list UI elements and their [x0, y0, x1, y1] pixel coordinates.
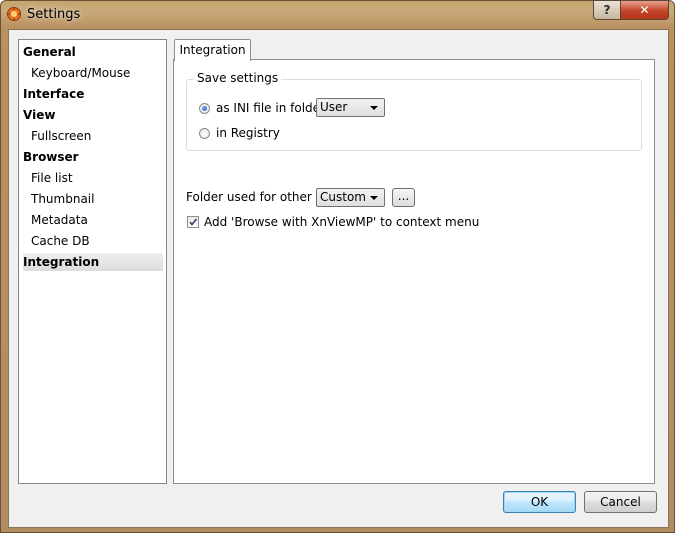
registry-option[interactable]: in Registry	[199, 124, 280, 142]
integration-panel: Save settings as INI file in folder User…	[173, 59, 655, 484]
sidebar-item-view[interactable]: View	[23, 106, 163, 124]
context-menu-label: Add 'Browse with XnViewMP' to context me…	[204, 215, 480, 229]
save-settings-group: Save settings as INI file in folder User…	[186, 71, 642, 151]
sidebar-item-thumbnail[interactable]: Thumbnail	[23, 190, 163, 208]
sidebar-item-fullscreen[interactable]: Fullscreen	[23, 127, 163, 145]
checkmark-icon	[189, 218, 198, 226]
chevron-down-icon	[370, 196, 378, 200]
sidebar-item-integration[interactable]: Integration	[23, 253, 163, 271]
help-icon: ?	[603, 3, 611, 17]
sidebar-item-cache-db[interactable]: Cache DB	[23, 232, 163, 250]
sidebar-item-file-list[interactable]: File list	[23, 169, 163, 187]
help-button[interactable]: ?	[593, 0, 621, 20]
registry-radio[interactable]	[199, 127, 210, 139]
cancel-button[interactable]: Cancel	[584, 491, 657, 513]
ini-file-option[interactable]: as INI file in folder	[199, 99, 325, 117]
ini-folder-select[interactable]: User	[316, 98, 385, 117]
sidebar-item-metadata[interactable]: Metadata	[23, 211, 163, 229]
other-files-folder-select[interactable]: Custom	[316, 188, 385, 207]
app-icon	[7, 7, 21, 21]
close-button[interactable]: ✕	[620, 0, 669, 20]
settings-window: Settings ? ✕ General Keyboard/Mouse Inte…	[0, 0, 675, 533]
context-menu-checkbox[interactable]	[187, 216, 199, 228]
sidebar-item-browser[interactable]: Browser	[23, 148, 163, 166]
ini-radio-label: as INI file in folder	[216, 101, 325, 115]
other-files-folder-value: Custom	[320, 190, 366, 204]
sidebar-item-general[interactable]: General	[23, 43, 163, 61]
ini-radio[interactable]	[199, 102, 210, 114]
sidebar-item-keyboard-mouse[interactable]: Keyboard/Mouse	[23, 64, 163, 82]
dialog-body: General Keyboard/Mouse Interface View Fu…	[8, 29, 669, 528]
registry-radio-label: in Registry	[216, 126, 280, 140]
settings-category-list: General Keyboard/Mouse Interface View Fu…	[18, 39, 167, 484]
close-icon: ✕	[639, 3, 650, 17]
ini-folder-value: User	[320, 100, 348, 114]
chevron-down-icon	[370, 106, 378, 110]
browse-folder-button[interactable]: ...	[392, 188, 415, 207]
ok-button[interactable]: OK	[503, 491, 576, 513]
sidebar-item-interface[interactable]: Interface	[23, 85, 163, 103]
save-settings-title: Save settings	[194, 71, 282, 85]
window-title: Settings	[27, 7, 81, 22]
tab-integration[interactable]: Integration	[174, 39, 251, 61]
title-bar[interactable]: Settings ? ✕	[1, 0, 674, 28]
